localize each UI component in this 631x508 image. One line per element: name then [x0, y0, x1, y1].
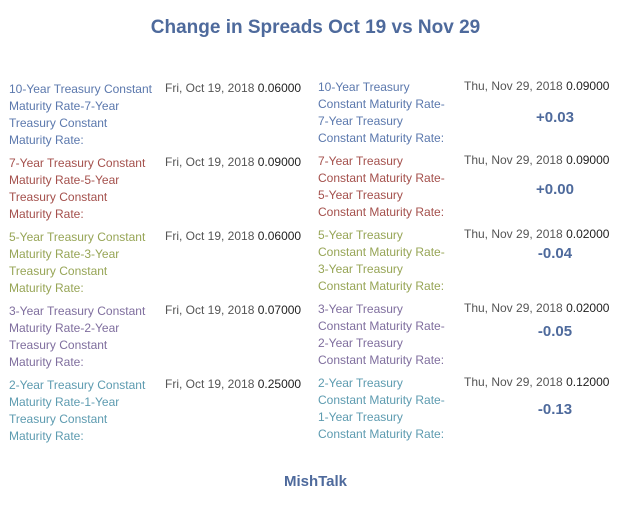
label-line: 5-Year Treasury	[318, 188, 403, 202]
table-row: 2-Year Treasury Constant Maturity Rate-1-…	[0, 375, 631, 451]
table-row: 10-Year Treasury Constant Maturity Rate-7…	[0, 79, 631, 155]
label-line: Maturity Rate:	[9, 207, 84, 221]
series-label-nov: 3-Year Treasury Constant Maturity Rate- 2-…	[318, 301, 445, 369]
label-line: Maturity Rate:	[9, 429, 84, 443]
footer-brand: MishTalk	[283, 473, 348, 490]
date-text: Thu, Nov 29, 2018	[464, 227, 563, 241]
value-oct: 0.25000	[257, 377, 302, 391]
date-oct: Fri, Oct 19, 2018 0.06000	[165, 81, 301, 95]
spread-change: -0.04	[537, 245, 573, 262]
date-text: Fri, Oct 19, 2018	[165, 229, 255, 243]
label-line: 7-Year Treasury Constant	[9, 156, 146, 170]
spread-change: -0.05	[537, 323, 573, 340]
series-label-oct: 5-Year Treasury Constant Maturity Rate-3-…	[9, 229, 145, 297]
series-label-nov: 10-Year Treasury Constant Maturity Rate- 7…	[318, 79, 445, 147]
label-line: Maturity Rate:	[9, 355, 84, 369]
label-line: Constant Maturity Rate-	[318, 171, 445, 185]
label-line: Constant Maturity Rate:	[318, 427, 445, 441]
value-oct: 0.07000	[257, 303, 302, 317]
label-line: Treasury Constant	[9, 264, 108, 278]
label-line: Constant Maturity Rate:	[318, 279, 445, 293]
label-line: 2-Year Treasury	[318, 376, 403, 390]
table-row: 3-Year Treasury Constant Maturity Rate-2-…	[0, 301, 631, 377]
date-text: Thu, Nov 29, 2018	[464, 79, 563, 93]
table-row: 7-Year Treasury Constant Maturity Rate-5-…	[0, 153, 631, 229]
date-oct: Fri, Oct 19, 2018 0.25000	[165, 377, 301, 391]
label-line: 2-Year Treasury Constant	[9, 378, 146, 392]
label-line: 10-Year Treasury Constant	[9, 82, 152, 96]
label-line: Maturity Rate:	[9, 281, 84, 295]
label-line: Maturity Rate:	[9, 133, 84, 147]
value-nov: 0.02000	[566, 227, 610, 241]
label-line: Constant Maturity Rate:	[318, 353, 445, 367]
series-label-nov: 5-Year Treasury Constant Maturity Rate- 3-…	[318, 227, 445, 295]
date-nov: Thu, Nov 29, 2018 0.12000	[464, 375, 609, 389]
page-title: Change in Spreads Oct 19 vs Nov 29	[150, 17, 481, 38]
date-text: Fri, Oct 19, 2018	[165, 377, 255, 391]
value-oct: 0.09000	[257, 155, 302, 169]
label-line: Constant Maturity Rate-	[318, 245, 445, 259]
date-text: Thu, Nov 29, 2018	[464, 375, 563, 389]
label-line: Maturity Rate-7-Year	[9, 99, 120, 113]
date-nov: Thu, Nov 29, 2018 0.09000	[464, 79, 609, 93]
value-nov: 0.09000	[566, 79, 610, 93]
value-nov: 0.09000	[566, 153, 610, 167]
date-text: Thu, Nov 29, 2018	[464, 301, 563, 315]
label-line: 10-Year Treasury	[318, 80, 410, 94]
date-nov: Thu, Nov 29, 2018 0.02000	[464, 227, 609, 241]
date-oct: Fri, Oct 19, 2018 0.09000	[165, 155, 301, 169]
value-nov: 0.12000	[566, 375, 610, 389]
series-label-oct: 2-Year Treasury Constant Maturity Rate-1-…	[9, 377, 145, 445]
value-oct: 0.06000	[257, 229, 302, 243]
label-line: Maturity Rate-3-Year	[9, 247, 120, 261]
series-label-nov: 7-Year Treasury Constant Maturity Rate- 5-…	[318, 153, 445, 221]
date-text: Fri, Oct 19, 2018	[165, 303, 255, 317]
label-line: Treasury Constant	[9, 116, 108, 130]
label-line: 2-Year Treasury	[318, 336, 403, 350]
label-line: Constant Maturity Rate-	[318, 319, 445, 333]
label-line: Maturity Rate-1-Year	[9, 395, 120, 409]
series-label-oct: 3-Year Treasury Constant Maturity Rate-2-…	[9, 303, 145, 371]
table-row: 5-Year Treasury Constant Maturity Rate-3-…	[0, 227, 631, 303]
label-line: 1-Year Treasury	[318, 410, 403, 424]
spread-change: +0.00	[536, 181, 574, 198]
date-nov: Thu, Nov 29, 2018 0.02000	[464, 301, 609, 315]
label-line: 7-Year Treasury	[318, 154, 403, 168]
label-line: Treasury Constant	[9, 412, 108, 426]
value-nov: 0.02000	[566, 301, 610, 315]
label-line: Constant Maturity Rate-	[318, 97, 445, 111]
date-text: Fri, Oct 19, 2018	[165, 81, 255, 95]
label-line: Constant Maturity Rate-	[318, 393, 445, 407]
series-label-nov: 2-Year Treasury Constant Maturity Rate- 1-…	[318, 375, 445, 443]
label-line: Constant Maturity Rate:	[318, 205, 445, 219]
label-line: Maturity Rate-2-Year	[9, 321, 120, 335]
label-line: 5-Year Treasury Constant	[9, 230, 146, 244]
date-text: Thu, Nov 29, 2018	[464, 153, 563, 167]
spread-change: +0.03	[536, 109, 574, 126]
label-line: Maturity Rate-5-Year	[9, 173, 120, 187]
label-line: Constant Maturity Rate:	[318, 131, 445, 145]
date-text: Fri, Oct 19, 2018	[165, 155, 255, 169]
label-line: 5-Year Treasury	[318, 228, 403, 242]
label-line: 3-Year Treasury	[318, 262, 403, 276]
label-line: Treasury Constant	[9, 338, 108, 352]
label-line: Treasury Constant	[9, 190, 108, 204]
label-line: 7-Year Treasury	[318, 114, 403, 128]
date-nov: Thu, Nov 29, 2018 0.09000	[464, 153, 609, 167]
series-label-oct: 10-Year Treasury Constant Maturity Rate-7…	[9, 81, 152, 149]
value-oct: 0.06000	[257, 81, 302, 95]
label-line: 3-Year Treasury	[318, 302, 403, 316]
date-oct: Fri, Oct 19, 2018 0.06000	[165, 229, 301, 243]
series-label-oct: 7-Year Treasury Constant Maturity Rate-5-…	[9, 155, 145, 223]
label-line: 3-Year Treasury Constant	[9, 304, 146, 318]
spread-change: -0.13	[537, 401, 573, 418]
date-oct: Fri, Oct 19, 2018 0.07000	[165, 303, 301, 317]
